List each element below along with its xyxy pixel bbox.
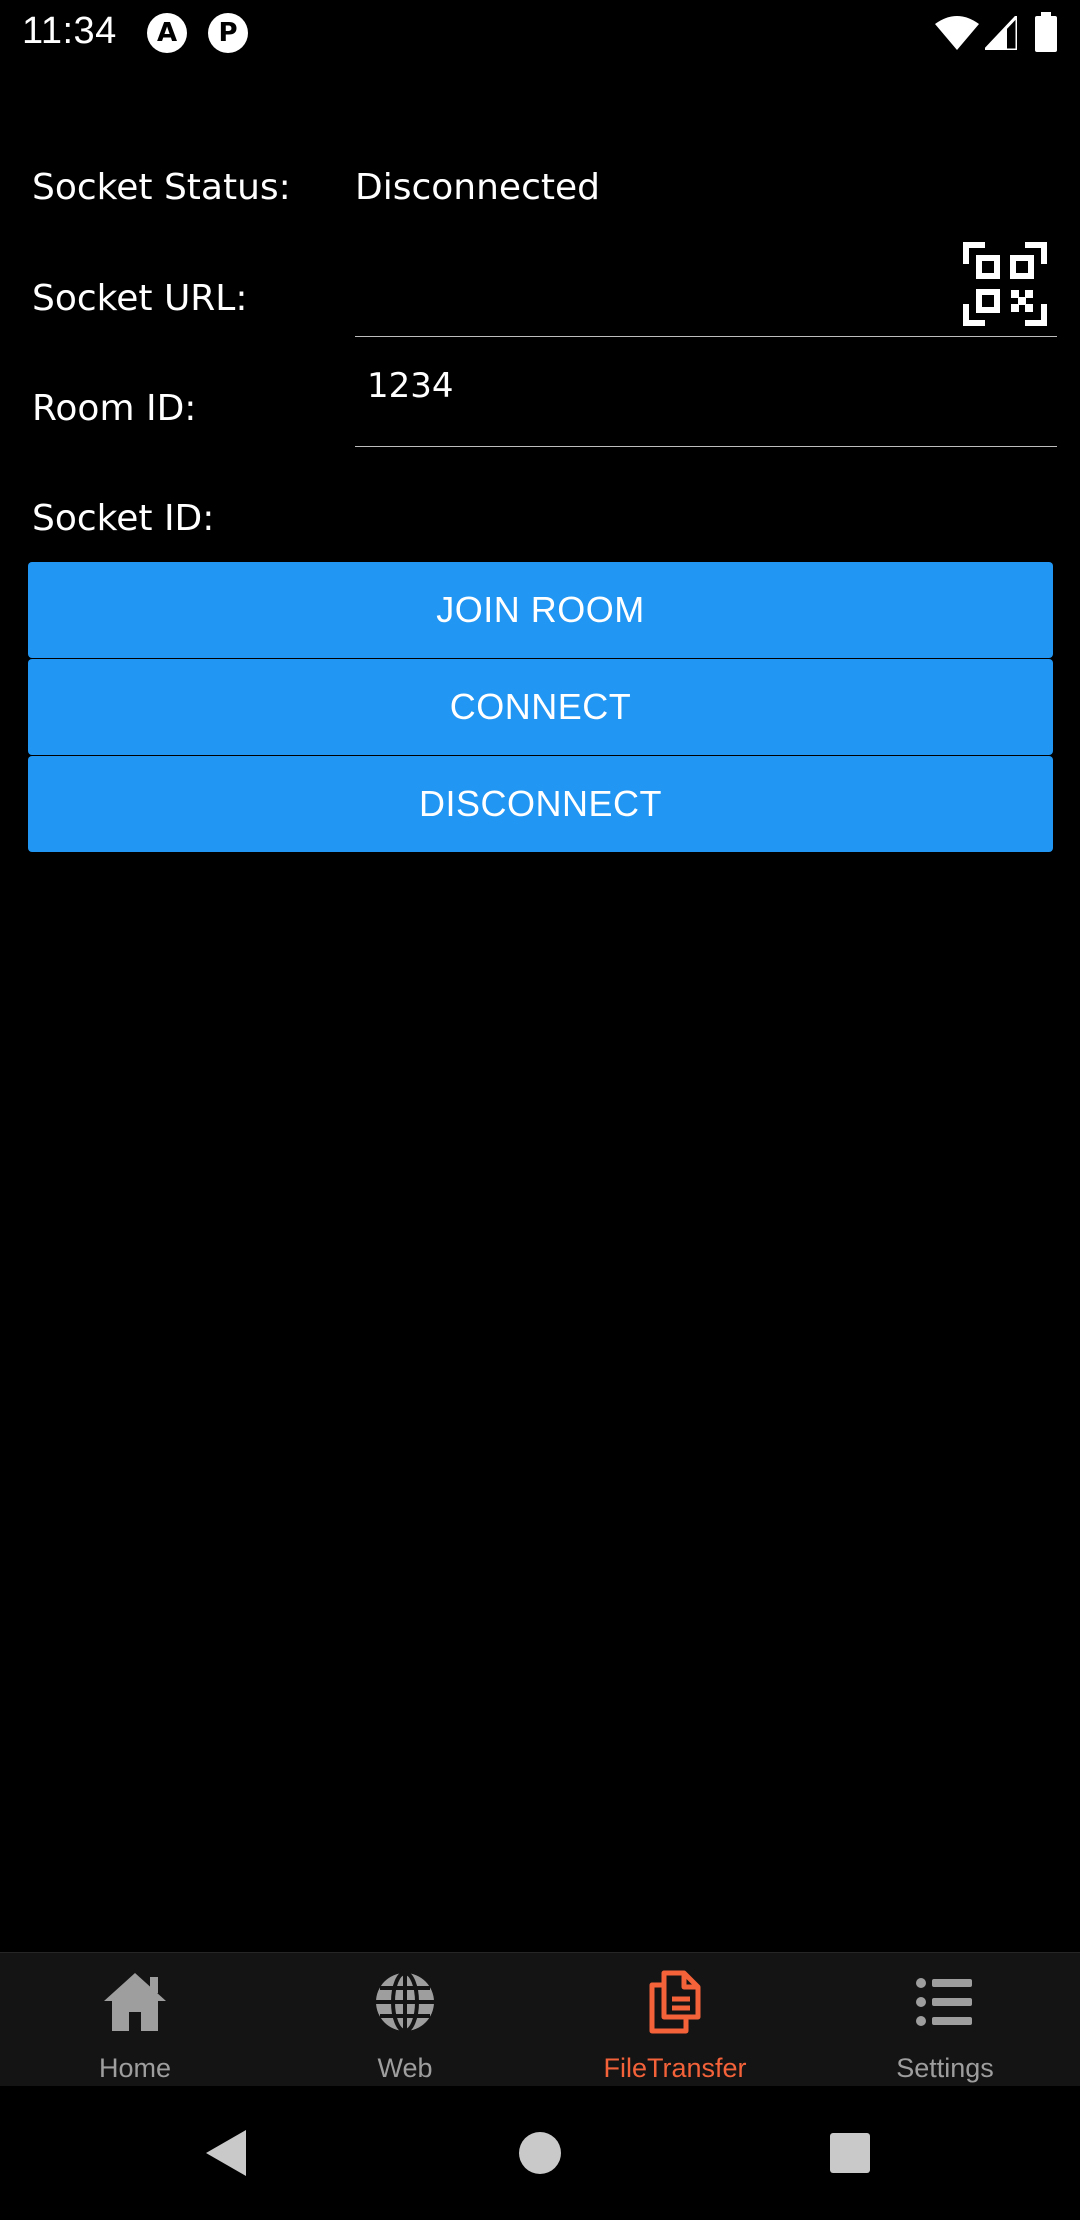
battery-icon xyxy=(1035,12,1057,52)
cellular-signal-icon xyxy=(985,16,1017,50)
home-circle-icon[interactable] xyxy=(518,2131,562,2175)
connect-button[interactable]: CONNECT xyxy=(28,659,1053,755)
home-icon xyxy=(104,1973,166,2031)
app-notification-icon: A xyxy=(147,13,187,53)
socket-url-input[interactable] xyxy=(367,242,1007,336)
back-icon[interactable] xyxy=(202,2128,250,2178)
qr-code-scan-icon[interactable] xyxy=(963,242,1047,326)
tab-home[interactable]: Home xyxy=(0,1953,270,2087)
tab-filetransfer-label: FileTransfer xyxy=(603,2053,747,2083)
system-navigation-bar xyxy=(0,2086,1080,2220)
tab-web[interactable]: Web xyxy=(270,1953,540,2087)
tab-settings[interactable]: Settings xyxy=(810,1953,1080,2087)
bottom-navigation: Home Web FileTransfer Settings xyxy=(0,1952,1080,2087)
room-id-label: Room ID: xyxy=(32,388,197,429)
status-time: 11:34 xyxy=(22,10,117,52)
socket-status-label: Socket Status: xyxy=(32,167,291,208)
tab-settings-label: Settings xyxy=(896,2053,994,2083)
tab-home-label: Home xyxy=(98,2053,172,2083)
socket-status-value: Disconnected xyxy=(355,167,600,208)
app-notification-icon: P xyxy=(208,13,248,53)
tab-web-label: Web xyxy=(377,2053,433,2083)
list-icon xyxy=(916,1978,972,2026)
status-bar: 11:34 A P xyxy=(0,0,1080,66)
room-id-input[interactable] xyxy=(367,350,1007,422)
file-copy-icon xyxy=(649,1970,701,2034)
socket-url-field[interactable] xyxy=(355,242,1057,337)
disconnect-button[interactable]: DISCONNECT xyxy=(28,756,1053,852)
recents-icon[interactable] xyxy=(828,2131,872,2175)
globe-icon xyxy=(376,1971,434,2033)
join-room-button[interactable]: JOIN ROOM xyxy=(28,562,1053,658)
wifi-icon xyxy=(935,16,979,50)
room-id-field[interactable] xyxy=(355,350,1057,447)
tab-filetransfer[interactable]: FileTransfer xyxy=(540,1953,810,2087)
socket-url-label: Socket URL: xyxy=(32,278,248,319)
socket-id-label: Socket ID: xyxy=(32,498,215,539)
